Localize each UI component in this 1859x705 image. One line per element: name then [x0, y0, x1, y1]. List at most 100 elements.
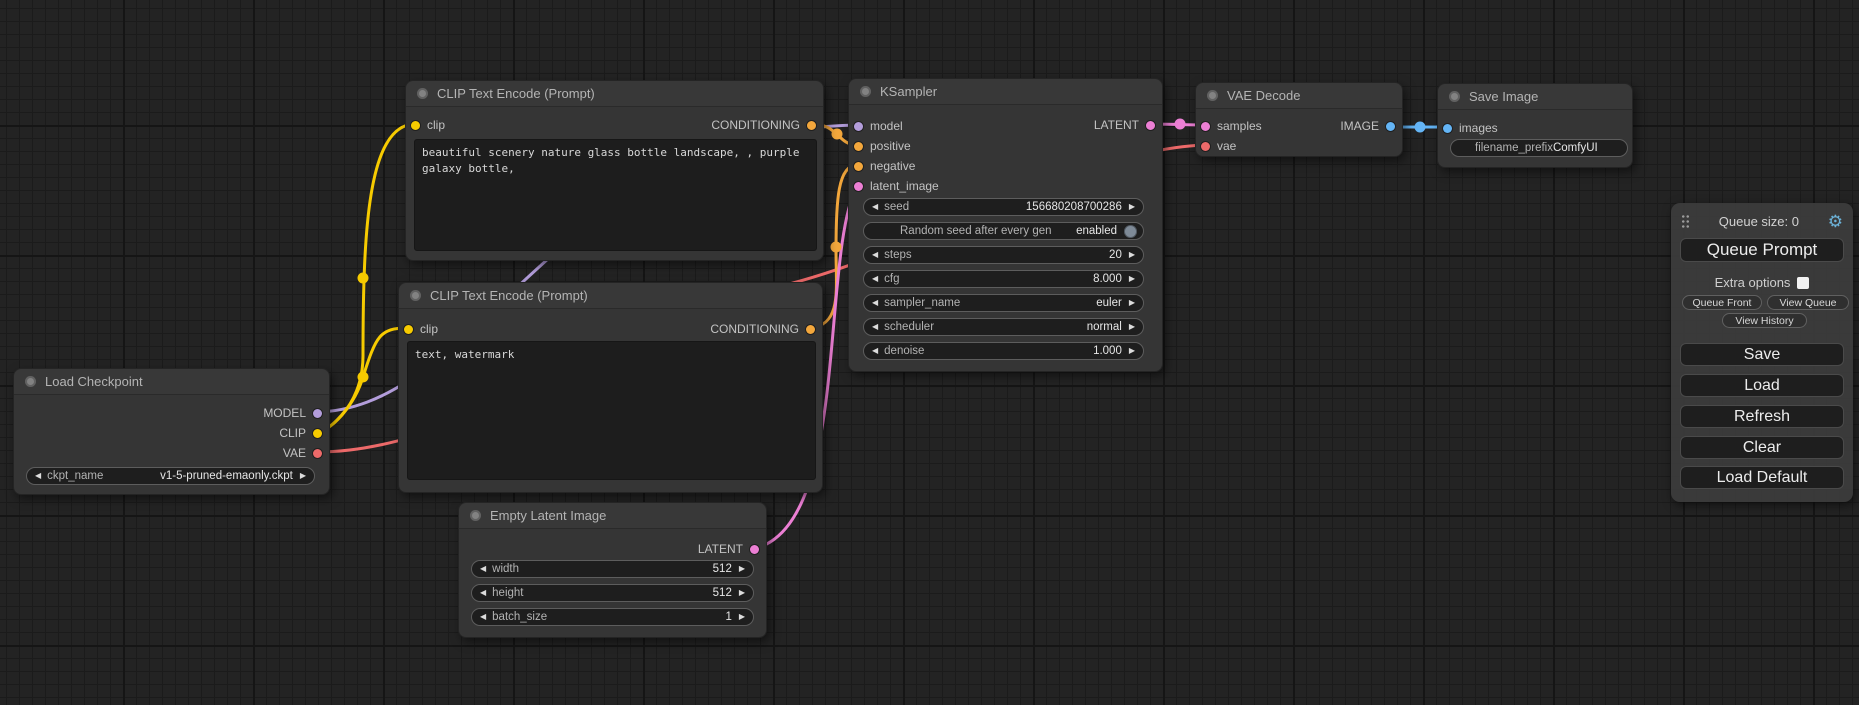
- collapse-dot-icon[interactable]: [417, 88, 428, 99]
- arrow-left-icon[interactable]: ◀: [872, 299, 878, 307]
- prompt-textarea[interactable]: beautiful scenery nature glass bottle la…: [414, 139, 817, 251]
- positive-input-port[interactable]: [854, 142, 863, 151]
- arrow-right-icon[interactable]: ▶: [300, 472, 306, 480]
- node-title-bar[interactable]: VAE Decode: [1196, 83, 1402, 109]
- arrow-right-icon[interactable]: ▶: [739, 589, 745, 597]
- collapse-dot-icon[interactable]: [1449, 91, 1460, 102]
- node-ksampler[interactable]: KSampler model LATENT positive negative …: [848, 78, 1163, 372]
- arrow-right-icon[interactable]: ▶: [1129, 251, 1135, 259]
- refresh-button[interactable]: Refresh: [1680, 405, 1844, 428]
- samples-input-label: samples: [1217, 119, 1262, 133]
- link-dot: [1415, 122, 1426, 133]
- widget-value: euler: [1096, 297, 1122, 309]
- widget-value: 156680208700286: [1026, 201, 1122, 213]
- conditioning-output-port[interactable]: [807, 121, 816, 130]
- extra-options-checkbox[interactable]: [1797, 277, 1809, 289]
- arrow-left-icon[interactable]: ◀: [872, 203, 878, 211]
- node-title-bar[interactable]: Empty Latent Image: [459, 503, 766, 529]
- link-dot: [1175, 119, 1186, 130]
- conditioning-output-port[interactable]: [806, 325, 815, 334]
- view-history-button[interactable]: View History: [1722, 313, 1807, 328]
- node-title: Save Image: [1469, 89, 1538, 104]
- gear-icon[interactable]: ⚙: [1828, 213, 1843, 230]
- queue-front-button[interactable]: Queue Front: [1682, 295, 1762, 310]
- port-row: CLIP: [19, 425, 322, 441]
- collapse-dot-icon[interactable]: [470, 510, 481, 521]
- prompt-textarea[interactable]: text, watermark: [407, 341, 816, 480]
- denoise-widget[interactable]: ◀ denoise 1.000 ▶: [863, 342, 1144, 360]
- node-clip-text-encode-positive[interactable]: CLIP Text Encode (Prompt) clip CONDITION…: [405, 80, 824, 261]
- port-row: LATENT: [464, 541, 759, 557]
- collapse-dot-icon[interactable]: [1207, 90, 1218, 101]
- image-output-port[interactable]: [1386, 122, 1395, 131]
- clear-button[interactable]: Clear: [1680, 436, 1844, 459]
- height-widget[interactable]: ◀ height 512 ▶: [471, 584, 754, 602]
- collapse-dot-icon[interactable]: [410, 290, 421, 301]
- node-title-bar[interactable]: Save Image: [1438, 84, 1632, 110]
- toggle-dot-icon[interactable]: [1124, 225, 1137, 238]
- arrow-right-icon[interactable]: ▶: [739, 565, 745, 573]
- node-vae-decode[interactable]: VAE Decode samples IMAGE vae: [1195, 82, 1403, 157]
- clip-input-port[interactable]: [404, 325, 413, 334]
- cfg-widget[interactable]: ◀ cfg 8.000 ▶: [863, 270, 1144, 288]
- vae-output-port[interactable]: [313, 449, 322, 458]
- node-title-bar[interactable]: CLIP Text Encode (Prompt): [399, 283, 822, 309]
- load-button[interactable]: Load: [1680, 374, 1844, 397]
- ckpt-name-widget[interactable]: ◀ ckpt_name v1-5-pruned-emaonly.ckpt ▶: [26, 467, 315, 485]
- drag-handle-icon[interactable]: [1681, 214, 1690, 229]
- node-empty-latent-image[interactable]: Empty Latent Image LATENT ◀ width 512 ▶ …: [458, 502, 767, 638]
- batch-size-widget[interactable]: ◀ batch_size 1 ▶: [471, 608, 754, 626]
- samples-input-port[interactable]: [1201, 122, 1210, 131]
- arrow-left-icon[interactable]: ◀: [480, 589, 486, 597]
- arrow-left-icon[interactable]: ◀: [872, 347, 878, 355]
- arrow-left-icon[interactable]: ◀: [872, 251, 878, 259]
- port-row: negative: [854, 158, 1155, 174]
- scheduler-widget[interactable]: ◀ scheduler normal ▶: [863, 318, 1144, 336]
- seed-widget[interactable]: ◀ seed 156680208700286 ▶: [863, 198, 1144, 216]
- latent-output-port[interactable]: [750, 545, 759, 554]
- negative-input-port[interactable]: [854, 162, 863, 171]
- images-input-port[interactable]: [1443, 124, 1452, 133]
- model-output-port[interactable]: [313, 409, 322, 418]
- conditioning-output-label: CONDITIONING: [710, 322, 799, 336]
- sampler-name-widget[interactable]: ◀ sampler_name euler ▶: [863, 294, 1144, 312]
- node-save-image[interactable]: Save Image images filename_prefix ComfyU…: [1437, 83, 1633, 168]
- arrow-left-icon[interactable]: ◀: [480, 565, 486, 573]
- node-title-bar[interactable]: KSampler: [849, 79, 1162, 105]
- arrow-left-icon[interactable]: ◀: [480, 613, 486, 621]
- node-clip-text-encode-negative[interactable]: CLIP Text Encode (Prompt) clip CONDITION…: [398, 282, 823, 493]
- clip-output-port[interactable]: [313, 429, 322, 438]
- arrow-right-icon[interactable]: ▶: [1129, 299, 1135, 307]
- node-title-bar[interactable]: CLIP Text Encode (Prompt): [406, 81, 823, 107]
- random-seed-toggle-widget[interactable]: Random seed after every gen enabled: [863, 222, 1144, 240]
- queue-prompt-button[interactable]: Queue Prompt: [1680, 238, 1844, 262]
- load-default-button[interactable]: Load Default: [1680, 466, 1844, 489]
- node-title-bar[interactable]: Load Checkpoint: [14, 369, 329, 395]
- model-input-port[interactable]: [854, 122, 863, 131]
- node-load-checkpoint[interactable]: Load Checkpoint MODEL CLIP VAE ◀ ckpt_na…: [13, 368, 330, 495]
- arrow-right-icon[interactable]: ▶: [1129, 347, 1135, 355]
- vae-input-port[interactable]: [1201, 142, 1210, 151]
- arrow-right-icon[interactable]: ▶: [1129, 275, 1135, 283]
- save-button[interactable]: Save: [1680, 343, 1844, 366]
- arrow-right-icon[interactable]: ▶: [1129, 323, 1135, 331]
- filename-prefix-widget[interactable]: filename_prefix ComfyUI: [1450, 139, 1628, 157]
- collapse-dot-icon[interactable]: [860, 86, 871, 97]
- steps-widget[interactable]: ◀ steps 20 ▶: [863, 246, 1144, 264]
- width-widget[interactable]: ◀ width 512 ▶: [471, 560, 754, 578]
- port-row: clip CONDITIONING: [411, 117, 816, 133]
- arrow-left-icon[interactable]: ◀: [35, 472, 41, 480]
- collapse-dot-icon[interactable]: [25, 376, 36, 387]
- latent-image-input-port[interactable]: [854, 182, 863, 191]
- view-queue-button[interactable]: View Queue: [1767, 295, 1849, 310]
- clip-input-port[interactable]: [411, 121, 420, 130]
- arrow-right-icon[interactable]: ▶: [1129, 203, 1135, 211]
- widget-label: steps: [884, 249, 912, 261]
- latent-output-port[interactable]: [1146, 121, 1155, 130]
- node-graph-canvas[interactable]: Load Checkpoint MODEL CLIP VAE ◀ ckpt_na…: [0, 0, 1859, 705]
- arrow-right-icon[interactable]: ▶: [739, 613, 745, 621]
- arrow-left-icon[interactable]: ◀: [872, 275, 878, 283]
- arrow-left-icon[interactable]: ◀: [872, 323, 878, 331]
- widget-label: batch_size: [492, 611, 547, 623]
- queue-panel[interactable]: Queue size: 0 ⚙ Queue Prompt Extra optio…: [1671, 203, 1853, 502]
